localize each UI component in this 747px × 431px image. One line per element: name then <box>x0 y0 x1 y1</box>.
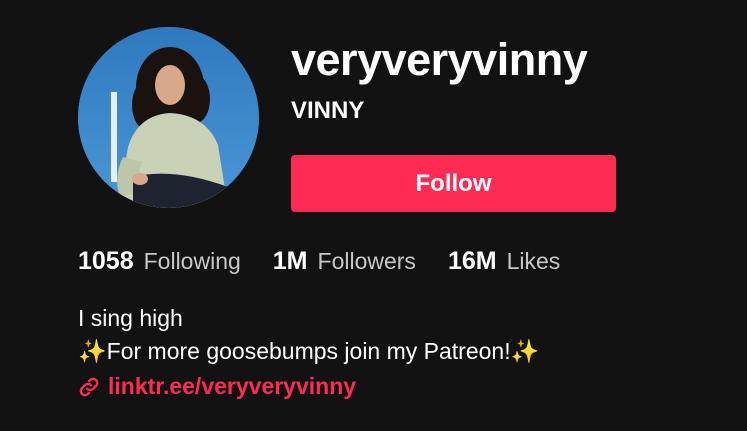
stat-likes-count: 16M <box>447 247 497 275</box>
stat-following-label: Following <box>143 248 241 274</box>
stat-followers-count: 1M <box>272 247 308 275</box>
stat-likes-label: Likes <box>506 248 561 274</box>
nickname: VINNY <box>291 97 365 124</box>
profile-header: veryveryvinny VINNY Follow 1058 Followin… <box>0 0 747 431</box>
stat-followers[interactable]: 1M Followers <box>273 247 416 276</box>
stat-followers-label: Followers <box>317 248 416 274</box>
follow-button[interactable]: Follow <box>291 155 616 212</box>
profile-stats: 1058 Following 1M Followers 16M Likes <box>78 247 560 276</box>
avatar-photo-icon <box>78 27 259 208</box>
stat-likes: 16M Likes <box>448 247 560 276</box>
bio-line-2-text: For more goosebumps join my Patreon! <box>106 338 511 364</box>
avatar[interactable] <box>78 27 259 208</box>
bio-line-1: I sing high <box>78 305 183 331</box>
stat-following-count: 1058 <box>78 247 134 275</box>
sparkles-icon: ✨ <box>510 338 540 364</box>
bio-line-2: ✨For more goosebumps join my Patreon!✨ <box>78 335 539 368</box>
sparkles-icon: ✨ <box>78 338 107 364</box>
bio-link[interactable]: linktr.ee/veryveryvinny <box>78 373 356 400</box>
link-icon <box>78 376 100 398</box>
bio: I sing high ✨For more goosebumps join my… <box>78 302 539 368</box>
bio-link-text: linktr.ee/veryveryvinny <box>108 373 357 399</box>
stat-following[interactable]: 1058 Following <box>78 247 241 276</box>
username: veryveryvinny <box>291 34 588 85</box>
